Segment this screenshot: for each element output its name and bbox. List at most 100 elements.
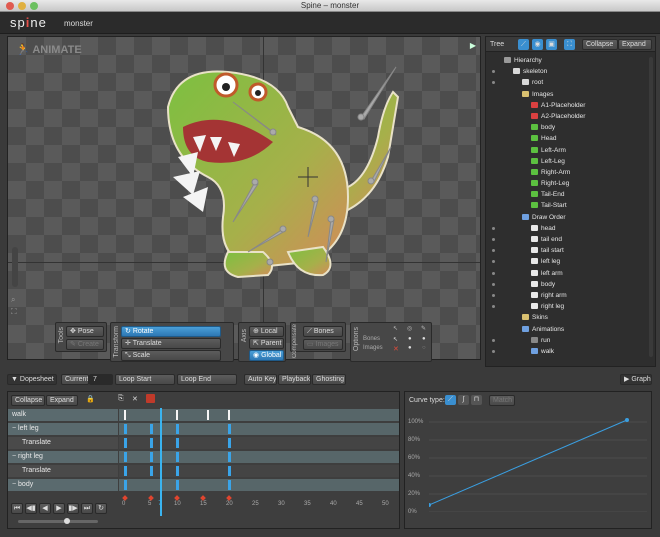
tree-item[interactable]: Left-Leg <box>486 156 655 167</box>
keyframe[interactable] <box>176 438 179 448</box>
curve-bezier-icon[interactable]: ∫ <box>458 395 469 405</box>
tree-item[interactable]: Skins <box>486 312 655 323</box>
visibility-dot-icon[interactable] <box>492 81 495 85</box>
keyframe[interactable] <box>176 452 179 462</box>
tree-item[interactable]: Animations <box>486 324 655 335</box>
keyframe[interactable] <box>176 410 178 420</box>
keyframe-marker[interactable] <box>226 495 232 501</box>
pose-button[interactable]: ✥ Pose <box>66 326 104 337</box>
tree-filter-slots-icon[interactable]: ◉ <box>532 39 543 50</box>
tree-item[interactable]: walk <box>486 346 655 357</box>
dopesheet-toggle[interactable]: ▼ Dopesheet <box>7 374 57 385</box>
tree-item[interactable]: Head <box>486 133 655 144</box>
tree-item[interactable]: Tail-Start <box>486 200 655 211</box>
translate-button[interactable]: ✛ Translate <box>121 338 221 349</box>
dopesheet-row-label[interactable]: Translate <box>8 465 118 477</box>
match-button[interactable]: Match <box>489 395 515 406</box>
keyframe[interactable] <box>228 424 231 434</box>
step-back-icon[interactable]: ◀▮ <box>25 503 37 514</box>
tree-sync-icon[interactable]: ⛶ <box>564 39 575 50</box>
tree-item[interactable]: right leg <box>486 301 655 312</box>
last-frame-icon[interactable]: ⏭ <box>81 503 93 514</box>
tree-item[interactable]: Right-Leg <box>486 178 655 189</box>
remove-icon[interactable] <box>146 394 155 403</box>
visibility-dot-icon[interactable] <box>492 70 495 74</box>
keyframe-marker[interactable] <box>148 495 154 501</box>
tree-item[interactable]: Images <box>486 89 655 100</box>
keyframe[interactable] <box>150 424 153 434</box>
create-button[interactable]: ✎ Create <box>66 339 104 350</box>
keyframe[interactable] <box>228 480 231 490</box>
loop-icon[interactable]: ↻ <box>95 503 107 514</box>
keyframe[interactable] <box>150 466 153 476</box>
keyframe[interactable] <box>150 438 153 448</box>
tree-item[interactable]: A2-Placeholder <box>486 111 655 122</box>
loop-end-button[interactable]: Loop End <box>177 374 237 385</box>
dopesheet-row-label[interactable]: − body <box>8 479 118 491</box>
curve-plot[interactable] <box>429 412 647 512</box>
tree-item[interactable]: A1-Placeholder <box>486 100 655 111</box>
visibility-dot-icon[interactable] <box>492 305 495 309</box>
tree-item[interactable]: Draw Order <box>486 212 655 223</box>
tree-item[interactable]: right arm <box>486 290 655 301</box>
keyframe[interactable] <box>228 438 231 448</box>
monster-character[interactable] <box>148 47 408 297</box>
visibility-dot-icon[interactable] <box>492 260 495 264</box>
visibility-dot-icon[interactable] <box>492 338 495 342</box>
zoom-icon[interactable]: ⌕ <box>11 295 15 305</box>
keyframe[interactable] <box>228 452 231 462</box>
delete-key-icon[interactable]: ✕ <box>132 395 138 403</box>
compensate-images-button[interactable]: ▭ Images <box>303 339 343 350</box>
tree-item[interactable]: left leg <box>486 256 655 267</box>
speed-slider-handle[interactable] <box>64 518 70 524</box>
keyframe[interactable] <box>124 410 126 420</box>
keyframe[interactable] <box>124 480 127 490</box>
keyframe[interactable] <box>124 438 127 448</box>
tree-filter-bones-icon[interactable]: ⟋ <box>518 39 529 50</box>
visibility-dot-icon[interactable] <box>492 293 495 297</box>
parent-button[interactable]: ⇱ Parent <box>249 338 284 349</box>
tree-item[interactable]: tail start <box>486 245 655 256</box>
keyframe[interactable] <box>176 480 179 490</box>
loop-start-button[interactable]: Loop Start <box>115 374 175 385</box>
curve-linear-icon[interactable]: ⟋ <box>445 395 456 405</box>
dopesheet-row-label[interactable]: − right leg <box>8 451 118 463</box>
play-icon[interactable]: ▶ <box>53 503 65 514</box>
tree-item[interactable]: Right-Arm <box>486 167 655 178</box>
tree-expand-button[interactable]: Expand <box>618 39 652 50</box>
keyframe[interactable] <box>207 410 210 420</box>
graph-toggle[interactable]: ▶ Graph <box>620 374 652 385</box>
zoom-slider[interactable] <box>12 247 18 287</box>
bones-visible-toggle[interactable]: ● <box>408 336 412 342</box>
viewport[interactable]: 🏃 ANIMATE ▶ ⌕ ⛶ <box>7 36 481 360</box>
playback-button[interactable]: Playback <box>278 374 311 385</box>
images-visible-toggle[interactable]: ● <box>408 345 412 351</box>
play-icon[interactable]: ▶ <box>470 41 476 50</box>
keyframe[interactable] <box>228 410 230 420</box>
images-names-toggle[interactable]: ○ <box>422 345 426 351</box>
tree-item[interactable]: head <box>486 223 655 234</box>
auto-key-button[interactable]: Auto Key <box>244 374 277 385</box>
tree-item[interactable]: skeleton <box>486 66 655 77</box>
first-frame-icon[interactable]: ⏮ <box>11 503 23 514</box>
bones-select-toggle[interactable]: ↖ <box>393 336 398 343</box>
tree-collapse-button[interactable]: Collapse <box>582 39 618 50</box>
lock-icon[interactable]: 🔒 <box>86 395 95 403</box>
keyframe[interactable] <box>176 466 179 476</box>
images-select-toggle[interactable]: ✕ <box>393 345 399 353</box>
keyframe-marker[interactable] <box>122 495 128 501</box>
tree-item[interactable]: body <box>486 279 655 290</box>
tree-item[interactable]: left arm <box>486 268 655 279</box>
keyframe[interactable] <box>228 466 231 476</box>
fit-view-icon[interactable]: ⛶ <box>11 307 17 317</box>
current-frame-input[interactable]: 7 <box>89 374 113 385</box>
tree-item[interactable]: body <box>486 122 655 133</box>
visibility-dot-icon[interactable] <box>492 282 495 286</box>
dopesheet-row-label[interactable]: walk <box>8 409 118 421</box>
local-button[interactable]: ⊕ Local <box>249 326 284 337</box>
tree-filter-images-icon[interactable]: ▣ <box>546 39 557 50</box>
visibility-dot-icon[interactable] <box>492 249 495 253</box>
tree-item[interactable]: Hierarchy <box>486 55 655 66</box>
visibility-dot-icon[interactable] <box>492 226 495 230</box>
visibility-dot-icon[interactable] <box>492 349 495 353</box>
